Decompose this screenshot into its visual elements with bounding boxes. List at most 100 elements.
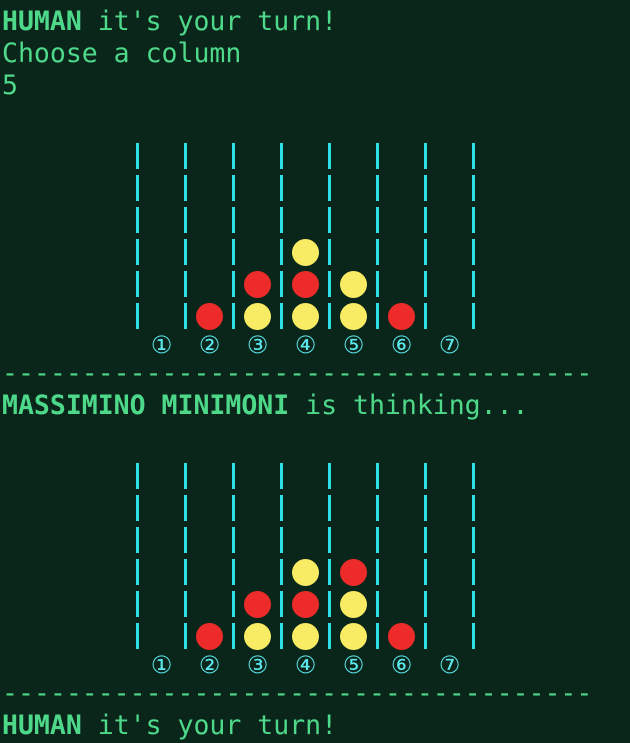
board-column-divider — [184, 207, 187, 233]
game-board: ①②③④⑤⑥⑦ — [0, 456, 630, 680]
board-column-divider — [232, 175, 235, 201]
board-column-divider — [280, 559, 283, 585]
board-column-divider — [472, 175, 475, 201]
board-column-divider — [280, 303, 283, 329]
board-column-divider — [424, 527, 427, 553]
board-column-divider — [184, 143, 187, 169]
board-column-divider — [376, 495, 379, 521]
board-column-divider — [424, 239, 427, 265]
user-column-input[interactable]: 5 — [2, 70, 18, 102]
board-column-divider — [472, 239, 475, 265]
red-disc — [196, 623, 223, 650]
board-column-divider — [376, 271, 379, 297]
red-disc — [388, 303, 415, 330]
column-number-5[interactable]: ⑤ — [341, 653, 366, 678]
turn-prompt-text: it's your turn! — [81, 6, 338, 37]
yellow-disc — [340, 591, 367, 618]
column-number-1[interactable]: ① — [149, 653, 174, 678]
board-column-divider — [280, 591, 283, 617]
board-column-divider — [376, 623, 379, 649]
column-number-7[interactable]: ⑦ — [437, 653, 462, 678]
board-column-divider — [328, 527, 331, 553]
ai-thinking-line: MASSIMINO MINIMONI is thinking... — [2, 390, 529, 422]
separator-line: ------------------------------------- — [2, 358, 593, 389]
red-disc — [244, 271, 271, 298]
board-column-divider — [472, 143, 475, 169]
board-column-divider — [136, 303, 139, 329]
board-column-divider — [136, 271, 139, 297]
ai-player-name: MASSIMINO MINIMONI — [2, 390, 290, 421]
board-column-divider — [184, 559, 187, 585]
board-column-divider — [232, 271, 235, 297]
board-column-divider — [232, 527, 235, 553]
board-column-divider — [232, 143, 235, 169]
red-disc — [292, 271, 319, 298]
board-column-divider — [136, 495, 139, 521]
terminal-window: HUMAN it's your turn! Choose a column 5 … — [0, 0, 630, 743]
yellow-disc — [340, 271, 367, 298]
board-column-divider — [376, 591, 379, 617]
red-disc — [244, 591, 271, 618]
board-column-divider — [232, 303, 235, 329]
board-column-divider — [328, 591, 331, 617]
game-board: ①②③④⑤⑥⑦ — [0, 136, 630, 360]
column-number-3[interactable]: ③ — [245, 653, 270, 678]
board-column-divider — [376, 175, 379, 201]
column-number-5[interactable]: ⑤ — [341, 333, 366, 358]
board-column-divider — [136, 591, 139, 617]
column-number-4[interactable]: ④ — [293, 653, 318, 678]
column-number-2[interactable]: ② — [197, 333, 222, 358]
board-column-divider — [472, 559, 475, 585]
yellow-disc — [292, 559, 319, 586]
board-column-divider — [376, 303, 379, 329]
board-column-divider — [376, 239, 379, 265]
board-column-divider — [184, 239, 187, 265]
column-number-6[interactable]: ⑥ — [389, 653, 414, 678]
board-column-divider — [328, 239, 331, 265]
column-number-2[interactable]: ② — [197, 653, 222, 678]
board-column-divider — [280, 463, 283, 489]
player-name: HUMAN — [2, 6, 82, 37]
board-column-divider — [328, 623, 331, 649]
yellow-disc — [292, 623, 319, 650]
board-column-divider — [136, 527, 139, 553]
board-column-divider — [280, 143, 283, 169]
turn-prompt-line: HUMAN it's your turn! — [2, 710, 337, 742]
column-number-3[interactable]: ③ — [245, 333, 270, 358]
board-column-divider — [424, 559, 427, 585]
board-column-divider — [232, 623, 235, 649]
yellow-disc — [292, 239, 319, 266]
board-column-divider — [280, 207, 283, 233]
yellow-disc — [244, 623, 271, 650]
column-number-6[interactable]: ⑥ — [389, 333, 414, 358]
board-column-divider — [472, 463, 475, 489]
board-column-divider — [136, 175, 139, 201]
player-name: HUMAN — [2, 710, 82, 741]
red-disc — [196, 303, 223, 330]
column-number-1[interactable]: ① — [149, 333, 174, 358]
board-column-divider — [232, 591, 235, 617]
board-column-divider — [472, 495, 475, 521]
separator-line: ------------------------------------- — [2, 678, 593, 709]
board-column-divider — [328, 143, 331, 169]
board-column-divider — [472, 527, 475, 553]
column-number-7[interactable]: ⑦ — [437, 333, 462, 358]
board-column-divider — [280, 175, 283, 201]
yellow-disc — [340, 623, 367, 650]
choose-column-prompt: Choose a column — [2, 38, 242, 69]
board-column-divider — [424, 207, 427, 233]
board-column-divider — [280, 495, 283, 521]
column-number-4[interactable]: ④ — [293, 333, 318, 358]
board-column-divider — [136, 143, 139, 169]
yellow-disc — [244, 303, 271, 330]
board-column-divider — [328, 207, 331, 233]
board-column-divider — [136, 623, 139, 649]
board-column-divider — [472, 271, 475, 297]
board-column-divider — [184, 591, 187, 617]
board-column-divider — [424, 623, 427, 649]
board-column-divider — [184, 303, 187, 329]
board-column-divider — [328, 303, 331, 329]
board-column-divider — [376, 463, 379, 489]
board-column-divider — [136, 207, 139, 233]
board-column-divider — [376, 207, 379, 233]
